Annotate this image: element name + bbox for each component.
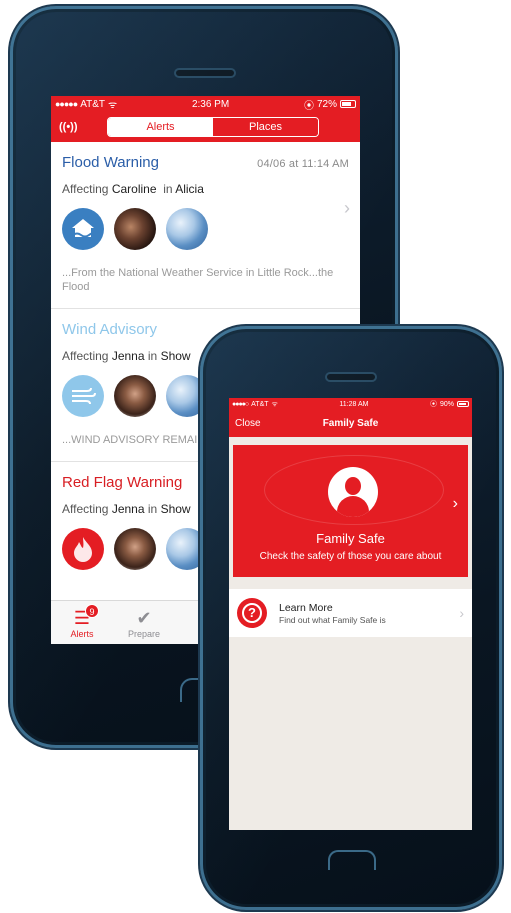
tabbar-label: Prepare — [127, 628, 161, 639]
carrier-label: AT&T — [80, 98, 106, 110]
radar-map-icon — [166, 208, 208, 250]
signal-strength-icon: ●●●●○ — [232, 400, 249, 408]
family-safe-screen: ●●●●○ AT&T ᯤ 11:28 AM ⦿ 90% Close Family… — [229, 398, 472, 830]
tab-places[interactable]: Places — [213, 118, 318, 136]
card-subtitle: Check the safety of those you care about — [259, 551, 442, 562]
tab-alerts[interactable]: Alerts — [108, 118, 213, 136]
battery-percent: 72% — [316, 98, 337, 110]
tabbar-label: Alerts — [70, 628, 94, 639]
wifi-icon: ᯤ — [108, 100, 118, 111]
signal-strength-icon: ●●●●● — [55, 99, 78, 109]
status-bar: ●●●●● AT&T ᯤ 2:36 PM ⦿ 72% — [51, 96, 360, 112]
learn-more-title: Learn More — [279, 601, 333, 614]
in-word: in — [163, 182, 173, 196]
earpiece-speaker — [327, 374, 375, 380]
affected-place: Show — [160, 349, 191, 363]
alert-snippet: ...From the National Weather Service in … — [62, 267, 334, 293]
flood-icon — [62, 208, 104, 250]
tabbar-item-prepare[interactable]: ✔ Prepare — [113, 601, 175, 644]
alert-title: Wind Advisory — [62, 321, 158, 338]
affecting-line: Affecting Caroline in Alicia — [62, 182, 349, 196]
alert-title: Red Flag Warning — [62, 474, 183, 491]
wifi-icon: ᯤ — [271, 400, 278, 408]
family-safe-card[interactable]: Family Safe Check the safety of those yo… — [233, 445, 468, 577]
question-icon: ? — [237, 598, 267, 628]
alert-timestamp: 04/06 at 11:14 AM — [257, 158, 349, 170]
people-photo — [114, 208, 156, 250]
person-photo — [114, 528, 156, 570]
learn-more-subtitle: Find out what Family Safe is — [279, 614, 386, 625]
affecting-prefix: Affecting — [62, 349, 109, 363]
affected-person: Jenna — [111, 502, 145, 516]
battery-percent: 90% — [439, 400, 454, 408]
chevron-right-icon: › — [344, 198, 350, 218]
broadcast-icon[interactable]: ((•)) — [59, 121, 87, 133]
card-title: Family Safe — [316, 531, 385, 546]
in-word: in — [147, 349, 158, 363]
person-silhouette-icon — [328, 467, 378, 517]
status-time: 11:28 AM — [339, 400, 369, 408]
learn-more-row[interactable]: ? Learn More Find out what Family Safe i… — [229, 589, 472, 637]
alert-title: Flood Warning — [62, 154, 159, 171]
affecting-prefix: Affecting — [62, 502, 109, 516]
in-word: in — [147, 502, 158, 516]
person-photo — [114, 375, 156, 417]
status-bar: ●●●●○ AT&T ᯤ 11:28 AM ⦿ 90% — [229, 398, 472, 410]
location-icon: ⦿ — [429, 401, 437, 408]
status-time: 2:36 PM — [191, 98, 230, 110]
affected-place: Alicia — [175, 182, 204, 196]
fire-icon — [62, 528, 104, 570]
alerts-count-badge: 9 — [85, 604, 99, 618]
tabbar-item-alerts[interactable]: ☰ 9 Alerts — [51, 601, 113, 644]
wind-icon — [62, 375, 104, 417]
battery-icon — [457, 401, 469, 407]
alerts-header: ●●●●● AT&T ᯤ 2:36 PM ⦿ 72% ((•)) Alerts … — [51, 96, 360, 142]
affected-person: Jenna — [111, 349, 145, 363]
affected-place: Show — [160, 502, 191, 516]
chevron-right-icon: › — [459, 605, 464, 621]
earpiece-speaker — [176, 70, 234, 76]
home-button[interactable] — [328, 850, 376, 870]
close-button[interactable]: Close — [235, 418, 261, 429]
location-icon: ⦿ — [303, 100, 314, 112]
affected-person: Caroline — [111, 182, 157, 196]
checkmark-icon: ✔ — [136, 607, 152, 628]
chevron-right-icon: › — [452, 495, 458, 512]
family-safe-header: ●●●●○ AT&T ᯤ 11:28 AM ⦿ 90% Close Family… — [229, 398, 472, 437]
affecting-prefix: Affecting — [62, 182, 109, 196]
battery-icon — [339, 100, 356, 108]
alerts-places-segmented-control: Alerts Places — [107, 117, 319, 137]
carrier-label: AT&T — [251, 400, 269, 408]
page-title: Family Safe — [322, 418, 379, 429]
question-glyph: ? — [242, 603, 262, 623]
alert-item-flood-warning[interactable]: Flood Warning 04/06 at 11:14 AM Affectin… — [51, 142, 360, 309]
